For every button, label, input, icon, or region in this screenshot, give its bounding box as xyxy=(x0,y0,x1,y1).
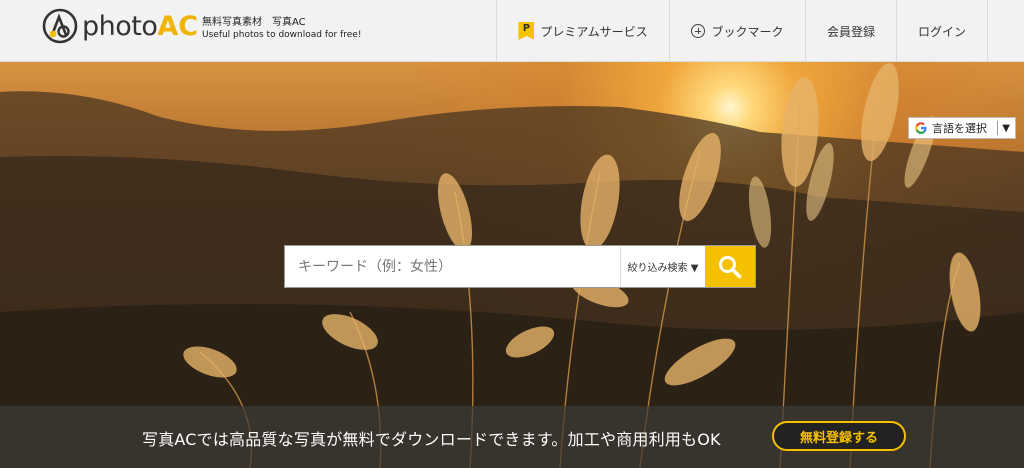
bookmark-label: ブックマーク xyxy=(711,24,784,39)
site-tagline: 無料写真素材 写真AC Useful photos to download fo… xyxy=(202,16,361,42)
language-divider xyxy=(997,121,999,135)
premium-service-link[interactable]: P プレミアムサービス xyxy=(496,0,669,62)
free-register-button[interactable]: 無料登録する xyxy=(772,421,906,451)
register-label: 会員登録 xyxy=(826,24,875,39)
bookmark-link[interactable]: ブックマーク xyxy=(669,0,805,62)
site-header: photo AC 無料写真素材 写真AC Useful photos to do… xyxy=(0,0,1024,62)
search-bar: 絞り込み検索 ▼ xyxy=(284,245,756,288)
logo[interactable]: photo AC xyxy=(42,8,198,44)
photoac-logo-icon xyxy=(42,8,78,44)
logo-text-photo: photo xyxy=(82,10,158,42)
promo-banner: 写真ACでは高品質な写真が無料でダウンロードできます。加工や商用利用もOK 無料… xyxy=(0,406,1024,468)
filter-search-dropdown[interactable]: 絞り込み検索 ▼ xyxy=(620,246,705,287)
tagline-jp: 無料写真素材 写真AC xyxy=(202,17,306,28)
tagline-en: Useful photos to download for free! xyxy=(202,30,362,40)
login-link[interactable]: ログイン xyxy=(896,0,988,62)
premium-service-label: プレミアムサービス xyxy=(540,24,648,39)
header-nav: P プレミアムサービス ブックマーク 会員登録 ログイン xyxy=(496,0,988,62)
language-selector[interactable]: 言語を選択 ▼ xyxy=(908,117,1016,139)
search-icon xyxy=(719,255,742,278)
hero-section: 言語を選択 ▼ 絞り込み検索 ▼ 写真ACでは高品質な写真が無料でダウンロードで… xyxy=(0,62,1024,468)
premium-badge-icon: P xyxy=(518,22,535,40)
dropdown-arrow-icon: ▼ xyxy=(1002,122,1010,134)
search-button[interactable] xyxy=(705,246,755,287)
google-g-icon xyxy=(915,122,927,134)
language-label: 言語を選択 xyxy=(932,122,987,135)
register-link[interactable]: 会員登録 xyxy=(805,0,896,62)
logo-text-ac: AC xyxy=(157,10,199,42)
search-input[interactable] xyxy=(285,246,620,287)
plus-circle-icon xyxy=(691,24,706,38)
promo-text: 写真ACでは高品質な写真が無料でダウンロードできます。加工や商用利用もOK xyxy=(142,430,721,449)
login-label: ログイン xyxy=(917,24,966,39)
